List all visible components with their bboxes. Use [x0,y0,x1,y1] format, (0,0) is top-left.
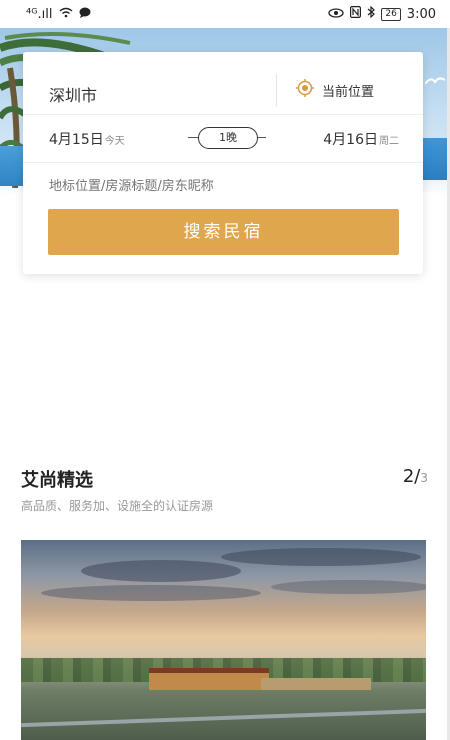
check-out-day: 周二 [379,136,399,147]
check-out-date[interactable]: 4月16日周二 [323,129,399,149]
nights-badge: 1晚 [198,127,258,149]
nights-indicator: 1晚 [188,127,268,149]
divider [276,74,277,106]
signal-indicator: ⁴ᴳ.ıll [26,6,53,22]
featured-subtitle: 高品质、服务加、设施全的认证房源 [21,499,214,513]
eye-icon [328,7,344,22]
featured-listing-image[interactable] [21,540,426,740]
battery-indicator: 26 [381,7,401,21]
check-in-date-value: 4月15日 [49,132,104,148]
date-row: 4月15日今天 1晚 4月16日周二 [23,114,423,163]
check-in-date[interactable]: 4月15日今天 [49,129,125,149]
featured-title: 艾尚精选 [21,470,93,491]
check-out-date-value: 4月16日 [323,132,378,148]
cloud [81,560,241,582]
search-button[interactable]: 搜索民宿 [48,209,399,255]
pager-total: 3 [420,471,428,485]
current-location-label: 当前位置 [322,84,375,100]
target-icon [296,79,314,101]
chat-icon [79,7,91,22]
city-row: 深圳市 当前位置 [23,52,423,115]
wifi-icon [59,7,73,22]
clock: 3:00 [406,6,436,22]
cloud [271,580,426,594]
city-selector[interactable]: 深圳市 [49,82,97,106]
featured-pager: 2/3 [403,466,428,487]
status-right: 26 3:00 [328,5,436,22]
search-card: 深圳市 当前位置 4月15日今天 1晚 4月16日周二 地标位置/房源标题/房东… [23,52,423,274]
status-left: ⁴ᴳ.ıll [26,7,91,22]
bird-icon [425,77,445,85]
search-input[interactable] [49,179,389,194]
nfc-icon [350,6,362,22]
current-location-button[interactable]: 当前位置 [296,79,374,101]
pager-current: 2/ [402,466,421,487]
bluetooth-icon [367,5,376,22]
status-bar: ⁴ᴳ.ıll 26 3:00 [0,0,450,28]
cloud [221,548,421,566]
check-in-day: 今天 [104,136,125,147]
cloud [41,585,261,601]
